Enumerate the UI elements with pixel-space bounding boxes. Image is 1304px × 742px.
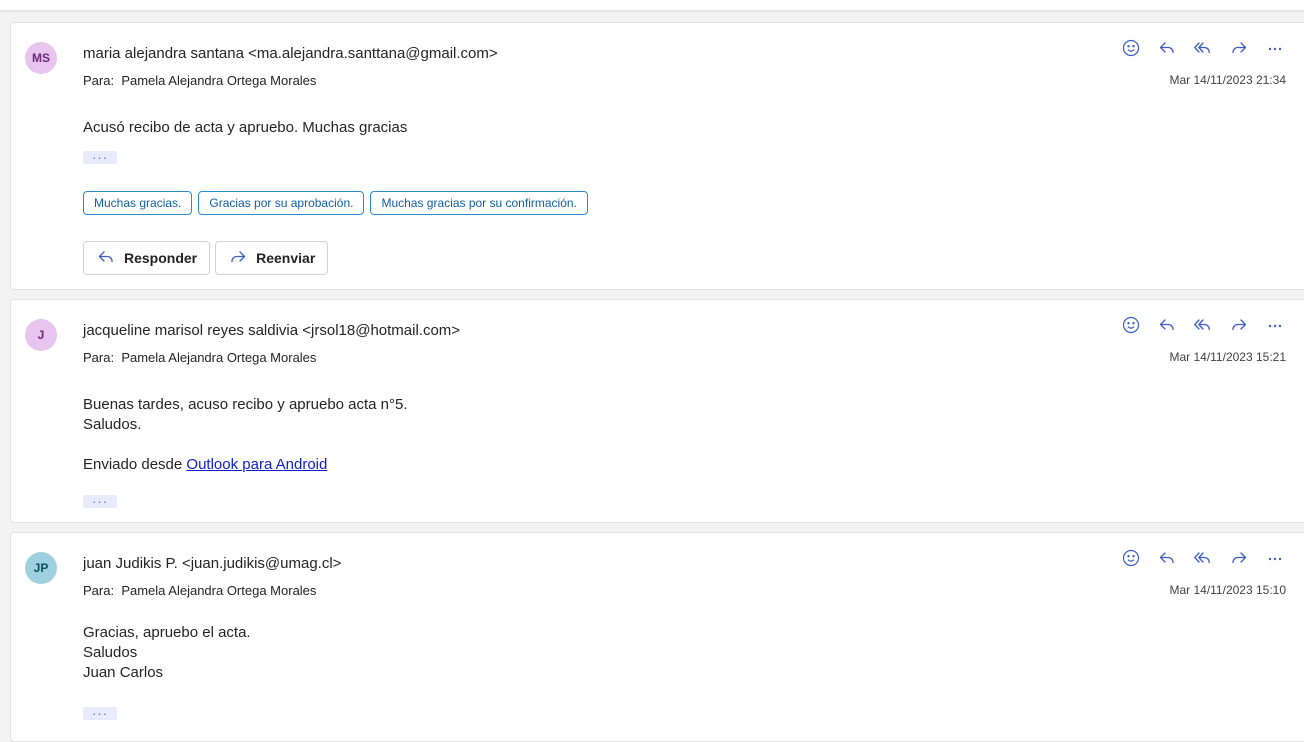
message-date: Mar 14/11/2023 15:21 <box>1169 350 1286 364</box>
sender[interactable]: jacqueline marisol reyes saldivia <jrsol… <box>83 322 460 339</box>
body-line: Juan Carlos <box>83 664 164 681</box>
reply-label: Responder <box>124 250 198 266</box>
emoji-icon[interactable] <box>1120 314 1142 336</box>
emoji-icon[interactable] <box>1120 37 1142 59</box>
signature: Enviado desde Outlook para Android <box>83 455 408 475</box>
forward-button[interactable]: Reenviar <box>215 241 329 275</box>
avatar[interactable]: J <box>25 319 57 351</box>
recipient-line: Para: Pamela Alejandra Ortega Morales <box>83 350 316 365</box>
reply-icon[interactable] <box>1156 37 1178 59</box>
show-more-button[interactable]: ··· <box>83 707 117 720</box>
reply-icon[interactable] <box>1156 314 1178 336</box>
recipient-line: Para: Pamela Alejandra Ortega Morales <box>83 583 316 598</box>
suggested-reply[interactable]: Gracias por su aprobación. <box>198 191 365 215</box>
to-label: Para: <box>83 350 115 365</box>
message-body: Buenas tardes, acuso recibo y apruebo ac… <box>83 395 408 475</box>
forward-icon[interactable] <box>1228 547 1250 569</box>
reply-icon[interactable] <box>1156 547 1178 569</box>
more-icon[interactable] <box>1264 314 1286 336</box>
sender[interactable]: maria alejandra santana <ma.alejandra.sa… <box>83 45 498 62</box>
body-line: Saludos <box>83 644 138 661</box>
reply-all-icon[interactable] <box>1192 547 1214 569</box>
forward-icon <box>228 247 248 270</box>
suggested-reply[interactable]: Muchas gracias por su confirmación. <box>370 191 588 215</box>
top-bar <box>0 0 1304 11</box>
suggested-replies: Muchas gracias. Gracias por su aprobació… <box>83 191 588 215</box>
recipient[interactable]: Pamela Alejandra Ortega Morales <box>121 73 316 88</box>
body-line: Buenas tardes, acuso recibo y apruebo ac… <box>83 396 408 413</box>
sender[interactable]: juan Judikis P. <juan.judikis@umag.cl> <box>83 555 341 572</box>
message-body: Acusó recibo de acta y apruebo. Muchas g… <box>83 118 407 138</box>
show-more-button[interactable]: ··· <box>83 151 117 164</box>
recipient[interactable]: Pamela Alejandra Ortega Morales <box>121 583 316 598</box>
forward-label: Reenviar <box>256 250 316 266</box>
body-line: Acusó recibo de acta y apruebo. Muchas g… <box>83 119 408 136</box>
message-date: Mar 14/11/2023 21:34 <box>1169 73 1286 87</box>
message-card[interactable]: J jacqueline marisol reyes saldivia <jrs… <box>10 299 1304 523</box>
emoji-icon[interactable] <box>1120 547 1142 569</box>
show-more-button[interactable]: ··· <box>83 495 117 508</box>
more-icon[interactable] <box>1264 37 1286 59</box>
message-body: Gracias, apruebo el acta. Saludos Juan C… <box>83 623 251 683</box>
to-label: Para: <box>83 583 115 598</box>
more-icon[interactable] <box>1264 547 1286 569</box>
message-actions <box>1120 37 1286 59</box>
body-line: Saludos. <box>83 416 142 433</box>
signature-prefix: Enviado desde <box>83 456 187 473</box>
outlook-android-link[interactable]: Outlook para Android <box>186 456 327 473</box>
avatar[interactable]: MS <box>25 42 57 74</box>
reply-all-icon[interactable] <box>1192 37 1214 59</box>
recipient[interactable]: Pamela Alejandra Ortega Morales <box>121 350 316 365</box>
avatar[interactable]: JP <box>25 552 57 584</box>
message-actions <box>1120 314 1286 336</box>
reply-icon <box>96 247 116 270</box>
message-actions <box>1120 547 1286 569</box>
forward-icon[interactable] <box>1228 314 1250 336</box>
message-date: Mar 14/11/2023 15:10 <box>1169 583 1286 597</box>
message-card[interactable]: JP juan Judikis P. <juan.judikis@umag.cl… <box>10 532 1304 742</box>
body-line: Gracias, apruebo el acta. <box>83 624 251 641</box>
reply-button[interactable]: Responder <box>83 241 211 275</box>
reply-buttons: Responder Reenviar <box>83 241 329 275</box>
recipient-line: Para: Pamela Alejandra Ortega Morales <box>83 73 316 88</box>
forward-icon[interactable] <box>1228 37 1250 59</box>
to-label: Para: <box>83 73 115 88</box>
reply-all-icon[interactable] <box>1192 314 1214 336</box>
suggested-reply[interactable]: Muchas gracias. <box>83 191 193 215</box>
message-card[interactable]: MS maria alejandra santana <ma.alejandra… <box>10 22 1304 290</box>
